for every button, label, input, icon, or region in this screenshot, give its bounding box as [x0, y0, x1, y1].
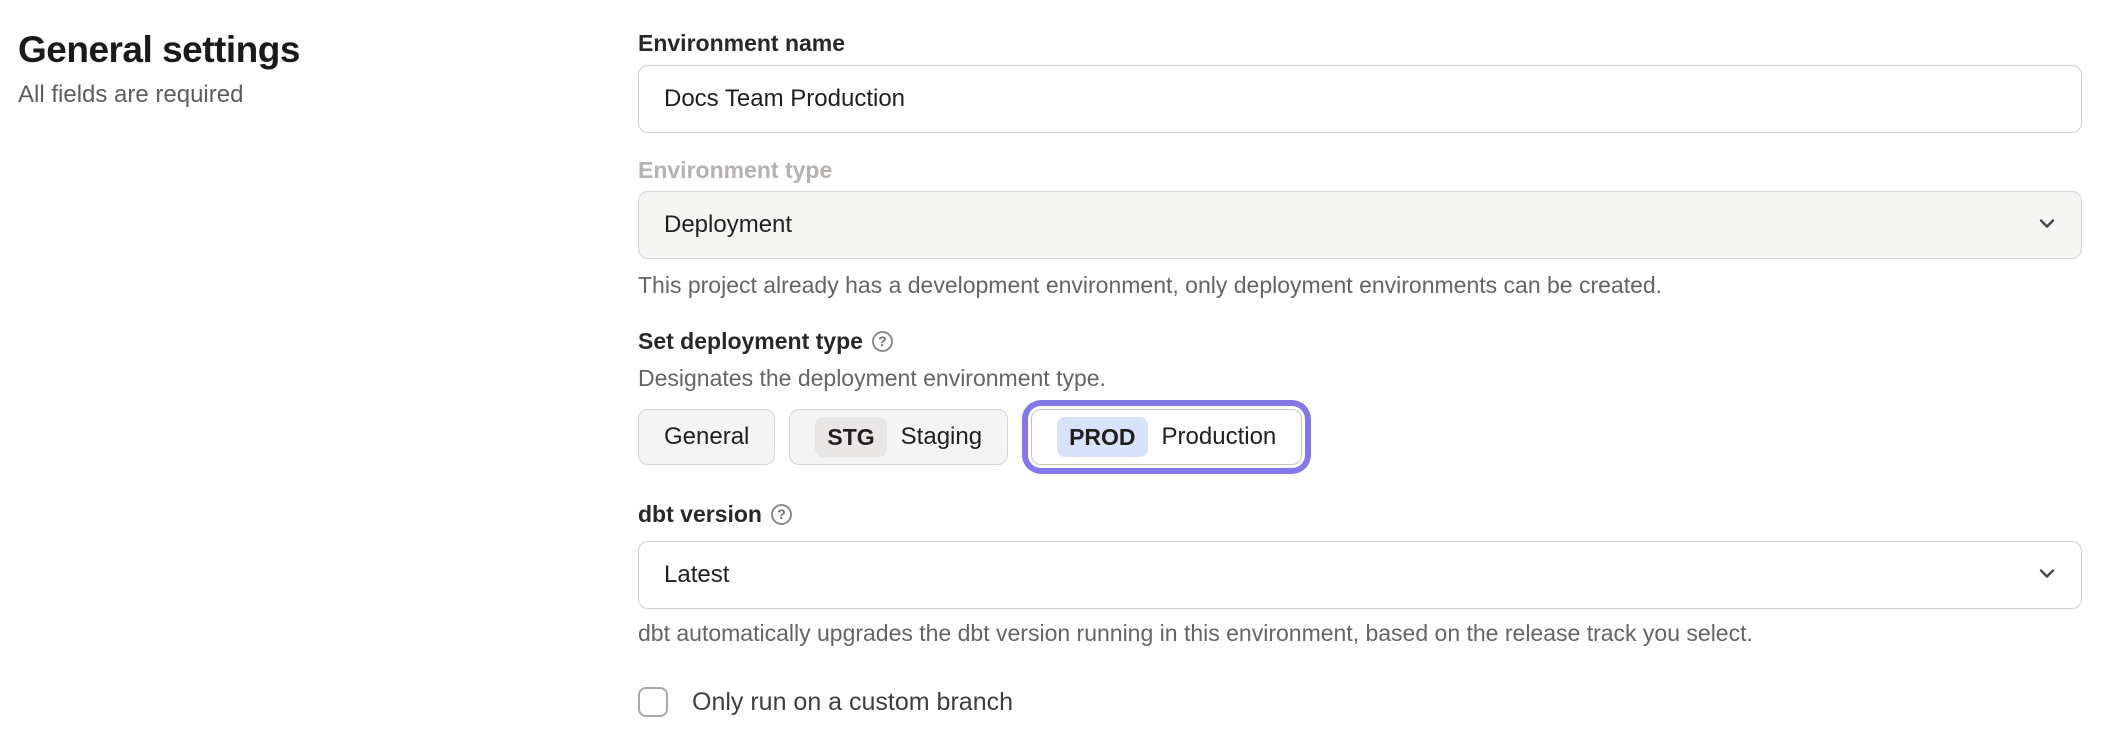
chevron-down-icon	[2035, 211, 2059, 240]
page-title: General settings	[18, 30, 578, 70]
custom-branch-label[interactable]: Only run on a custom branch	[692, 688, 1013, 717]
production-badge: PROD	[1057, 417, 1147, 457]
help-icon[interactable]: ?	[872, 331, 893, 352]
dbt-version-label: dbt version ?	[638, 503, 2082, 525]
dbt-version-select[interactable]: Latest	[638, 541, 2082, 609]
environment-type-helper: This project already has a development e…	[638, 274, 2082, 296]
general-settings-form: Environment name Environment type Deploy…	[638, 32, 2082, 717]
deployment-type-helper: Designates the deployment environment ty…	[638, 367, 2082, 389]
help-icon[interactable]: ?	[771, 504, 792, 525]
environment-settings-page: General settings All fields are required…	[0, 0, 2110, 742]
environment-name-input[interactable]	[638, 65, 2082, 133]
environment-type-label: Environment type	[638, 159, 2082, 181]
deployment-type-option-label: General	[664, 423, 749, 451]
deployment-type-option-production[interactable]: PROD Production	[1031, 409, 1302, 465]
staging-badge: STG	[815, 417, 886, 457]
custom-branch-checkbox[interactable]	[638, 687, 668, 717]
dbt-version-value: Latest	[664, 561, 729, 589]
deployment-type-option-staging[interactable]: STG Staging	[789, 409, 1008, 465]
deployment-type-option-label: Staging	[901, 423, 982, 451]
deployment-type-option-general[interactable]: General	[638, 409, 775, 465]
deployment-type-options: General STG Staging PROD Production	[638, 409, 2082, 465]
environment-type-select[interactable]: Deployment	[638, 191, 2082, 259]
dbt-version-label-text: dbt version	[638, 503, 762, 525]
page-subtitle: All fields are required	[18, 82, 578, 108]
chevron-down-icon	[2035, 561, 2059, 590]
settings-intro: General settings All fields are required	[18, 30, 578, 108]
custom-branch-row: Only run on a custom branch	[638, 687, 2082, 717]
dbt-version-helper: dbt automatically upgrades the dbt versi…	[638, 622, 2082, 644]
deployment-type-option-label: Production	[1162, 423, 1277, 451]
environment-name-label: Environment name	[638, 32, 2082, 54]
environment-type-value: Deployment	[664, 211, 792, 239]
deployment-type-label-text: Set deployment type	[638, 330, 863, 352]
deployment-type-label: Set deployment type ?	[638, 330, 2082, 352]
